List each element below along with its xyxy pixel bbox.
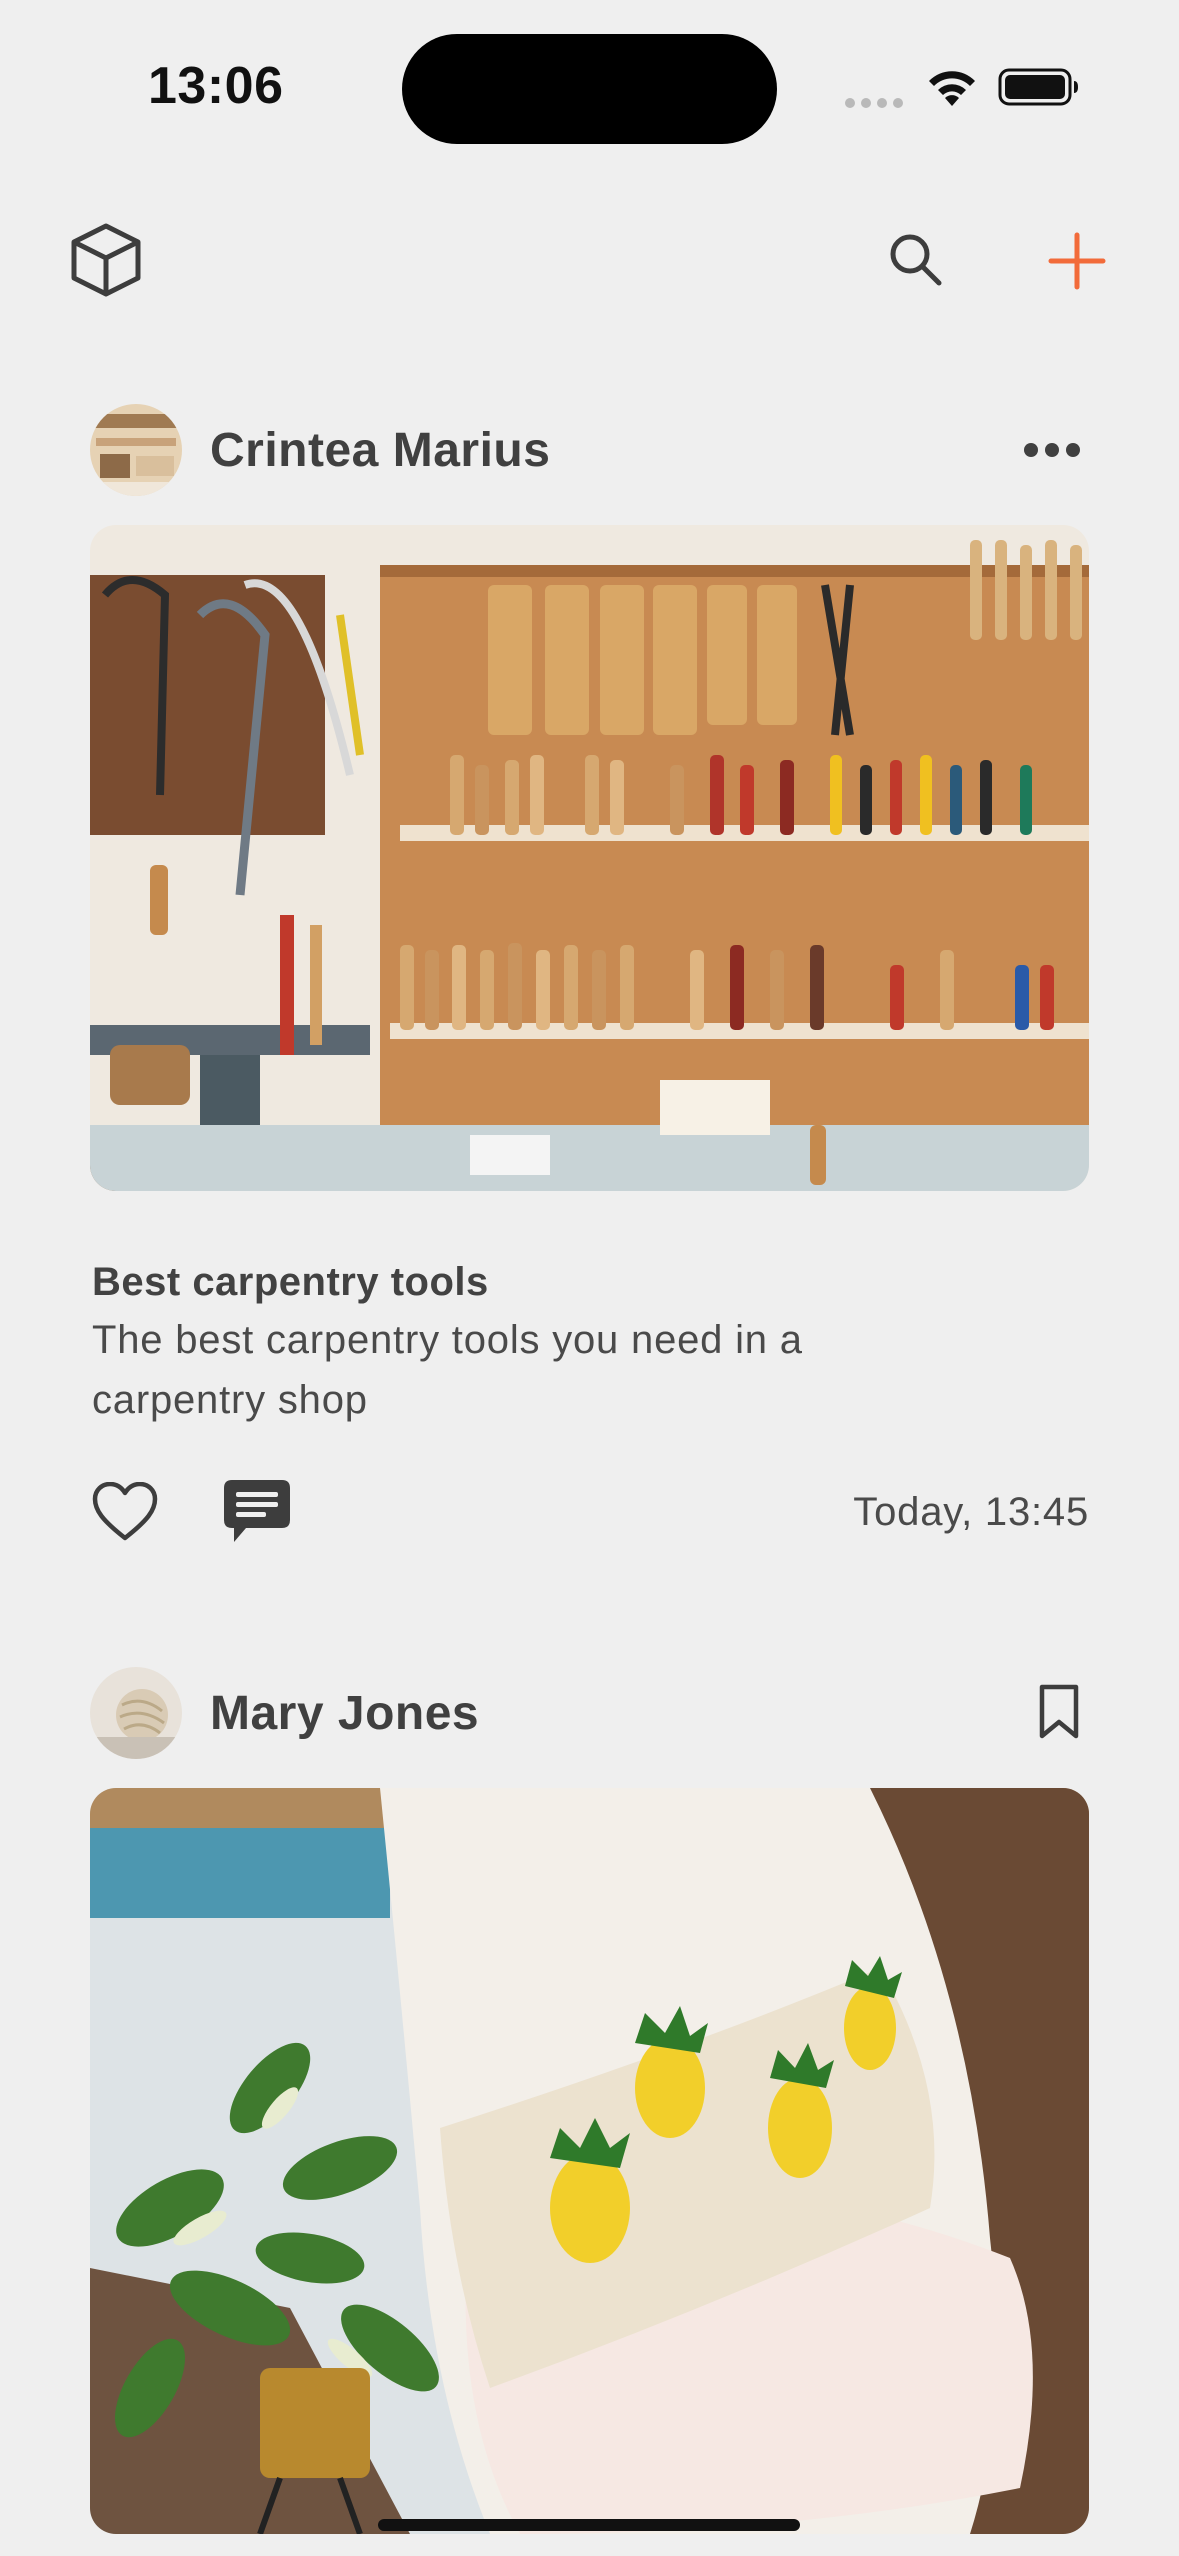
post-image[interactable] xyxy=(90,1788,1089,2534)
home-indicator xyxy=(378,2519,800,2531)
cube-icon[interactable] xyxy=(70,222,142,298)
post-timestamp: Today, 13:45 xyxy=(853,1490,1089,1534)
search-icon[interactable] xyxy=(888,232,944,288)
author-avatar[interactable] xyxy=(90,1667,182,1759)
post-author[interactable]: Mary Jones xyxy=(210,1686,479,1741)
dynamic-island xyxy=(402,34,777,144)
heart-icon[interactable] xyxy=(92,1482,158,1542)
comment-icon[interactable] xyxy=(222,1478,292,1544)
more-dots-icon[interactable] xyxy=(1024,440,1080,460)
plus-icon[interactable] xyxy=(1048,232,1106,290)
wifi-icon xyxy=(929,71,975,106)
post-image[interactable] xyxy=(90,525,1089,1191)
author-avatar[interactable] xyxy=(90,404,182,496)
post-title: Best carpentry tools xyxy=(92,1260,489,1304)
status-time: 13:06 xyxy=(148,57,284,115)
post-author[interactable]: Crintea Marius xyxy=(210,423,550,478)
cellular-signal-icon xyxy=(845,96,907,110)
battery-icon xyxy=(998,68,1078,106)
bookmark-icon[interactable] xyxy=(1038,1684,1080,1740)
post-description: The best carpentry tools you need in a c… xyxy=(92,1318,803,1422)
